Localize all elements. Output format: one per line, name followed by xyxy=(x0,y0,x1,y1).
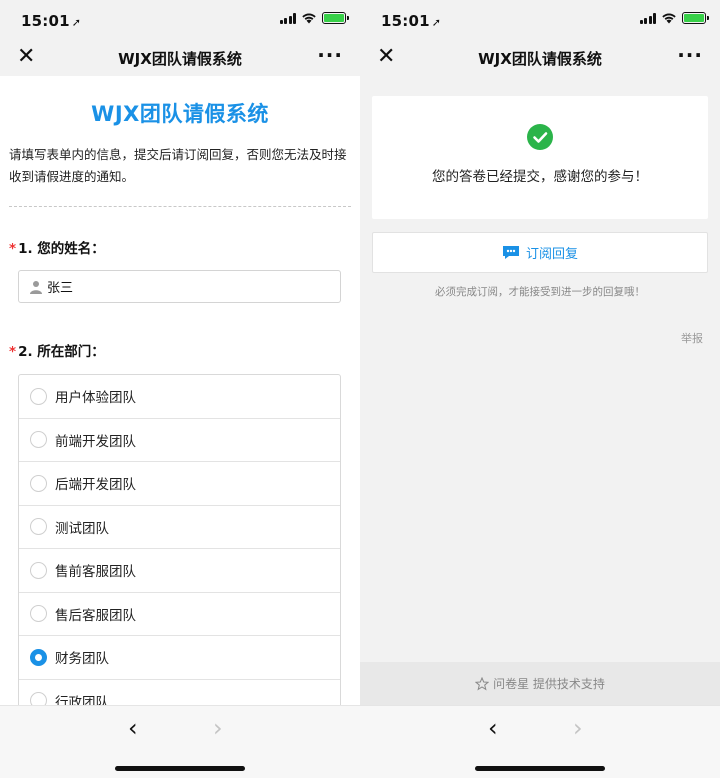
star-icon xyxy=(475,676,490,690)
nav-title: WJX团队请假系统 xyxy=(118,50,242,68)
right-phone-screen: 15:01 ➚ ✕ WJX团队请假系统 ··· 您的答卷已经提交，感谢您的参与！ … xyxy=(360,0,720,778)
form-intro: 请填写表单内的信息，提交后请订阅回复，否则您无法及时接收到请假进度的通知。 xyxy=(9,147,347,184)
radio-unchecked[interactable] xyxy=(30,474,47,492)
status-time-text: 15:01 xyxy=(381,12,430,30)
home-indicator[interactable] xyxy=(115,766,245,771)
person-icon xyxy=(30,280,42,294)
option-aftersales[interactable]: 售后客服团队 xyxy=(19,593,340,636)
status-icons xyxy=(639,12,709,24)
option-backend[interactable]: 后端开发团队 xyxy=(19,462,340,506)
required-mark: * xyxy=(9,344,17,360)
option-presales[interactable]: 售前客服团队 xyxy=(19,549,340,593)
option-label: 后端开发团队 xyxy=(55,477,136,494)
signal-icon xyxy=(639,12,656,24)
left-phone-screen: 15:01 ➚ ✕ WJX团队请假系统 ··· WJX团队请假系统 请填写表单内的… xyxy=(0,0,360,778)
option-frontend[interactable]: 前端开发团队 xyxy=(19,419,340,462)
name-input[interactable]: 张三 xyxy=(18,270,341,303)
forward-arrow-icon[interactable]: › xyxy=(213,714,223,742)
radio-checked[interactable] xyxy=(30,648,47,666)
status-time-text: 15:01 xyxy=(21,12,70,30)
subscribe-label: 订阅回复 xyxy=(525,247,578,262)
option-label: 售前客服团队 xyxy=(55,564,136,581)
back-arrow-icon[interactable]: ‹ xyxy=(128,714,138,742)
option-admin[interactable]: 行政团队 xyxy=(19,680,340,705)
nav-bar: ✕ WJX团队请假系统 ··· xyxy=(360,40,720,76)
battery-icon xyxy=(322,12,349,24)
name-input-value: 张三 xyxy=(47,281,74,296)
radio-unchecked[interactable] xyxy=(30,431,47,449)
check-circle-icon xyxy=(527,124,553,150)
option-label: 财务团队 xyxy=(55,651,109,668)
nav-bar: ✕ WJX团队请假系统 ··· xyxy=(0,40,360,76)
option-label: 前端开发团队 xyxy=(55,433,136,450)
status-bar: 15:01 ➚ xyxy=(0,0,360,40)
option-testing[interactable]: 测试团队 xyxy=(19,506,340,549)
option-label: 行政团队 xyxy=(55,694,109,705)
location-arrow-icon: ➚ xyxy=(71,16,82,29)
radio-unchecked[interactable] xyxy=(30,692,47,705)
question-2-text: 2. 所在部门： xyxy=(18,344,105,360)
wifi-icon xyxy=(301,12,317,24)
question-1-text: 1. 您的姓名： xyxy=(18,241,105,257)
option-user-experience[interactable]: 用户体验团队 xyxy=(19,375,340,419)
forward-arrow-icon[interactable]: › xyxy=(573,714,583,742)
radio-unchecked[interactable] xyxy=(30,387,47,405)
chat-bubble-icon xyxy=(502,246,519,259)
status-time: 15:01 ➚ xyxy=(21,12,81,30)
question-1-label: * 1. 您的姓名： xyxy=(9,237,360,257)
powered-by-footer: 问卷星 提供技术支持 xyxy=(360,662,720,705)
option-finance[interactable]: 财务团队 xyxy=(19,636,340,680)
option-label: 测试团队 xyxy=(55,520,109,537)
submitted-message: 您的答卷已经提交，感谢您的参与！ xyxy=(432,169,648,185)
nav-title: WJX团队请假系统 xyxy=(478,50,602,68)
back-arrow-icon[interactable]: ‹ xyxy=(488,714,498,742)
wifi-icon xyxy=(661,12,677,24)
question-2-label: * 2. 所在部门： xyxy=(9,340,360,360)
form-content: WJX团队请假系统 请填写表单内的信息，提交后请订阅回复，否则您无法及时接收到请… xyxy=(0,76,360,705)
radio-unchecked[interactable] xyxy=(30,518,47,536)
location-arrow-icon: ➚ xyxy=(431,16,442,29)
dashed-divider xyxy=(9,206,351,207)
more-icon[interactable]: ··· xyxy=(317,43,343,67)
required-mark: * xyxy=(9,241,17,257)
home-indicator[interactable] xyxy=(475,766,605,771)
battery-icon xyxy=(682,12,709,24)
more-icon[interactable]: ··· xyxy=(677,43,703,67)
option-label: 售后客服团队 xyxy=(55,607,136,624)
option-label: 用户体验团队 xyxy=(55,390,136,407)
form-title: WJX团队请假系统 xyxy=(91,102,269,126)
subscribe-reply-button[interactable]: 订阅回复 xyxy=(372,232,708,273)
radio-unchecked[interactable] xyxy=(30,605,47,623)
department-options: 用户体验团队 前端开发团队 后端开发团队 测试团队 售前客服团队 售后客服团队 … xyxy=(18,374,341,705)
subscribe-notice: 必须完成订阅，才能接受到进一步的回复哦！ xyxy=(435,286,645,298)
success-card: 您的答卷已经提交，感谢您的参与！ xyxy=(372,96,708,219)
status-icons xyxy=(279,12,349,24)
status-bar: 15:01 ➚ xyxy=(360,0,720,40)
footer-text[interactable]: 问卷星 提供技术支持 xyxy=(493,675,605,692)
status-time: 15:01 ➚ xyxy=(381,12,441,30)
report-link[interactable]: 举报 xyxy=(681,330,703,346)
radio-unchecked[interactable] xyxy=(30,561,47,579)
signal-icon xyxy=(279,12,296,24)
